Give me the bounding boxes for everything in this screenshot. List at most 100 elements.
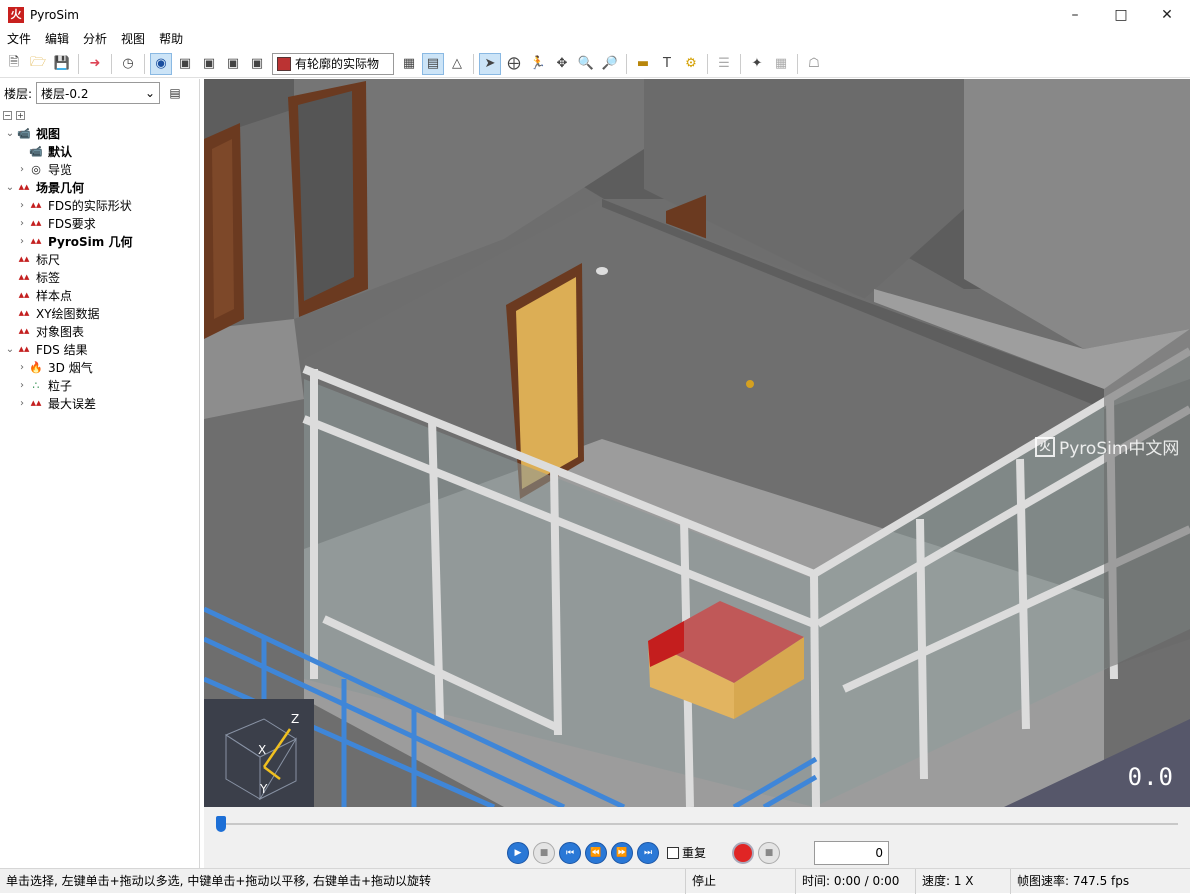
tree-item[interactable]: › ▲▲ FDS的实际形状 (0, 196, 199, 214)
ruler-icon[interactable]: ▬ (632, 53, 654, 75)
menu-edit[interactable]: 编辑 (38, 29, 76, 50)
floor-select[interactable]: 楼层-0.2 ⌄ (36, 82, 161, 104)
window-title: PyroSim (30, 7, 79, 22)
skip-start-icon[interactable]: ⏮ (559, 841, 581, 864)
view-front-icon[interactable]: ▣ (198, 53, 220, 75)
chevron-right-icon[interactable]: › (16, 380, 28, 391)
chevron-down-icon[interactable]: ⌄ (4, 128, 16, 139)
repeat-label: 重复 (682, 846, 707, 860)
new-file-icon[interactable]: 🗎 (3, 53, 25, 75)
tree-item[interactable]: ▲▲ 标尺 (0, 250, 199, 268)
camera-tool-icon[interactable]: ☖ (803, 53, 825, 75)
tree-item[interactable]: › ∴ 粒子 (0, 376, 199, 394)
tree-item[interactable]: 📹 默认 (0, 142, 199, 160)
right-room-wall (964, 79, 1190, 349)
3d-viewport[interactable]: Z X Y 火 PyroSim中文网 0.0 (204, 79, 1190, 807)
stop-icon[interactable]: ■ (533, 841, 555, 864)
snap-icon[interactable]: ✦ (746, 53, 768, 75)
tree-item[interactable]: › 🔥 3D 烟气 (0, 358, 199, 376)
outline-mode-icon[interactable]: ▤ (422, 52, 444, 75)
chevron-right-icon[interactable]: › (16, 200, 28, 211)
expand-all-icon[interactable]: + (16, 110, 25, 120)
view-top-icon[interactable]: ▣ (174, 53, 196, 75)
grid-snap-icon[interactable]: ▦ (770, 53, 792, 75)
pan-icon[interactable]: ✥ (551, 53, 573, 75)
select-pointer-icon[interactable]: ➤ (479, 52, 501, 75)
chevron-right-icon[interactable]: › (16, 164, 28, 175)
geometry-icon: ▲▲ (30, 201, 42, 209)
time-slider-track[interactable] (220, 823, 1178, 825)
text-tool-icon[interactable]: T (656, 53, 678, 75)
playback-bar: ▶ ■ ⏮ ⏪ ⏩ ⏭ 重复 ■ 0 (204, 837, 1190, 868)
record-stop-icon[interactable]: ■ (758, 841, 781, 864)
geometry-icon: ▲▲ (18, 183, 30, 191)
step-forward-icon[interactable]: ⏩ (611, 841, 633, 864)
menu-file[interactable]: 文件 (0, 29, 38, 50)
collapse-all-icon[interactable]: − (3, 110, 12, 120)
terrain-icon[interactable]: △ (446, 53, 468, 75)
zoom-icon[interactable]: 🔍 (575, 53, 597, 75)
import-icon[interactable]: ➜ (84, 53, 106, 75)
tree-item-label: FDS要求 (48, 216, 96, 231)
tree-item[interactable]: ▲▲ 标签 (0, 268, 199, 286)
axis-z-label: Z (291, 712, 300, 726)
chevron-right-icon[interactable]: › (16, 398, 28, 409)
tree-item[interactable]: ⌄ ▲▲ FDS 结果 (0, 340, 199, 358)
camera-icon: 📹 (17, 126, 31, 140)
menu-analysis[interactable]: 分析 (76, 29, 114, 50)
tree-item[interactable]: ⌄ 📹 视图 (0, 124, 199, 142)
chevron-right-icon[interactable]: › (16, 362, 28, 373)
tour-icon: ◎ (31, 162, 41, 176)
tree-item-label: FDS 结果 (36, 342, 88, 357)
clock-icon[interactable]: ◷ (117, 53, 139, 75)
zoom-box-icon[interactable]: 🔎 (599, 53, 621, 75)
view-mode-select[interactable]: 有轮廓的实际物 (272, 52, 394, 75)
tree-item-label: PyroSim 几何 (48, 234, 133, 249)
view-side-icon[interactable]: ▣ (222, 53, 244, 75)
tree-item-label: 导览 (48, 162, 73, 177)
maximize-button[interactable]: □ (1098, 0, 1144, 29)
time-slider-thumb[interactable] (216, 816, 226, 832)
tree-item-label: 标签 (36, 270, 61, 285)
walk-icon[interactable]: 🏃 (527, 53, 549, 75)
close-button[interactable]: ✕ (1144, 0, 1190, 29)
chevron-down-icon[interactable]: ⌄ (4, 182, 16, 193)
align-icon[interactable]: ☰ (713, 53, 735, 75)
orbit-icon[interactable]: ⨁ (503, 53, 525, 75)
repeat-checkbox[interactable] (667, 846, 679, 859)
toolbar: 🗎 🗁 💾 ➜ ◷ ◉ ▣ ▣ ▣ ▣ 有轮廓的实际物 ▦ ▤ △ ➤ ⨁ 🏃 … (0, 50, 1190, 78)
step-back-icon[interactable]: ⏪ (585, 841, 607, 864)
menu-view[interactable]: 视图 (114, 29, 152, 50)
play-icon[interactable]: ▶ (507, 841, 529, 864)
record-icon[interactable] (732, 841, 755, 864)
tree-item[interactable]: ▲▲ XY绘图数据 (0, 304, 199, 322)
minimize-button[interactable]: – (1052, 0, 1098, 29)
floor-settings-icon[interactable]: ▤ (166, 84, 184, 102)
tree-item-label: 对象图表 (36, 324, 85, 339)
tree-item[interactable]: › ▲▲ 最大误差 (0, 394, 199, 412)
skip-end-icon[interactable]: ⏭ (637, 841, 659, 864)
time-overlay: 0.0 (1127, 763, 1174, 791)
chevron-right-icon[interactable]: › (16, 236, 28, 247)
tree-item[interactable]: ▲▲ 对象图表 (0, 322, 199, 340)
geometry-icon: ▲▲ (18, 327, 30, 335)
frame-input[interactable]: 0 (814, 840, 890, 865)
particles-icon: ∴ (32, 378, 40, 392)
tree-item[interactable]: ▲▲ 样本点 (0, 286, 199, 304)
wireframe-icon[interactable]: ▦ (398, 53, 420, 75)
tree-item[interactable]: › ▲▲ FDS要求 (0, 214, 199, 232)
chevron-down-icon: ⌄ (144, 86, 156, 100)
geometry-icon: ▲▲ (18, 309, 30, 317)
open-folder-icon[interactable]: 🗁 (27, 53, 49, 75)
view-back-icon[interactable]: ▣ (246, 53, 268, 75)
save-icon[interactable]: 💾 (51, 53, 73, 75)
tree-item-label: XY绘图数据 (36, 306, 100, 321)
chevron-down-icon[interactable]: ⌄ (4, 344, 16, 355)
tree-item[interactable]: › ▲▲ PyroSim 几何 (0, 232, 199, 250)
view-reset-icon[interactable]: ◉ (150, 52, 172, 75)
light-icon[interactable]: ⚙ (680, 53, 702, 75)
tree-item[interactable]: ⌄ ▲▲ 场景几何 (0, 178, 199, 196)
chevron-right-icon[interactable]: › (16, 218, 28, 229)
menu-help[interactable]: 帮助 (152, 29, 190, 50)
tree-item[interactable]: › ◎ 导览 (0, 160, 199, 178)
